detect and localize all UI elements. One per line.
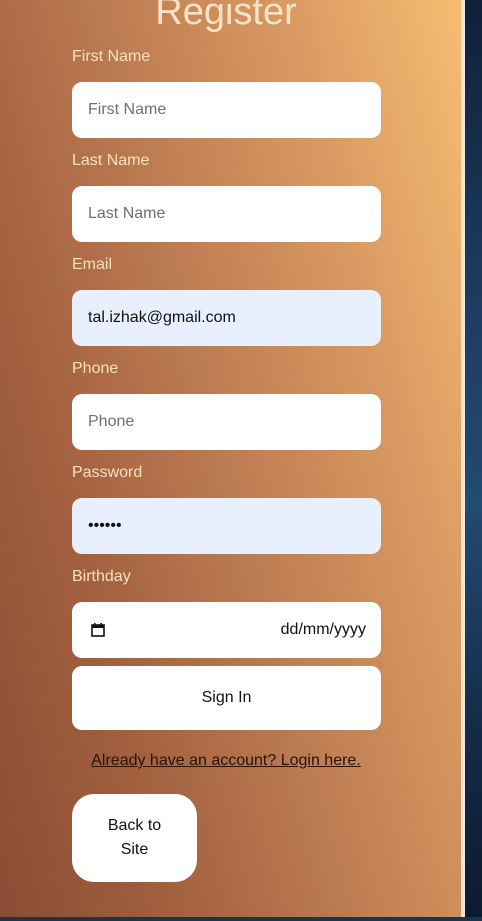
last-name-field[interactable] xyxy=(72,186,381,242)
email-label: Email xyxy=(72,256,113,273)
first-name-field[interactable] xyxy=(72,82,381,138)
login-link[interactable]: Already have an account? Login here. xyxy=(0,751,452,771)
birthday-value: dd/mm/yyyy xyxy=(280,621,366,638)
bottom-border xyxy=(0,917,482,921)
sign-in-button[interactable]: Sign In xyxy=(72,666,381,730)
password-field[interactable] xyxy=(72,498,381,554)
email-field[interactable] xyxy=(72,290,381,346)
birthday-field[interactable]: dd/mm/yyyy xyxy=(72,602,381,658)
first-name-label: First Name xyxy=(72,48,151,65)
back-to-site-button[interactable]: Back to Site xyxy=(72,794,197,882)
page-title: Register xyxy=(155,0,297,33)
panel-edge xyxy=(461,0,465,917)
calendar-icon[interactable] xyxy=(91,623,105,637)
birthday-label: Birthday xyxy=(72,568,131,585)
password-label: Password xyxy=(72,464,143,481)
last-name-label: Last Name xyxy=(72,152,150,169)
phone-label: Phone xyxy=(72,360,119,377)
phone-field[interactable] xyxy=(72,394,381,450)
